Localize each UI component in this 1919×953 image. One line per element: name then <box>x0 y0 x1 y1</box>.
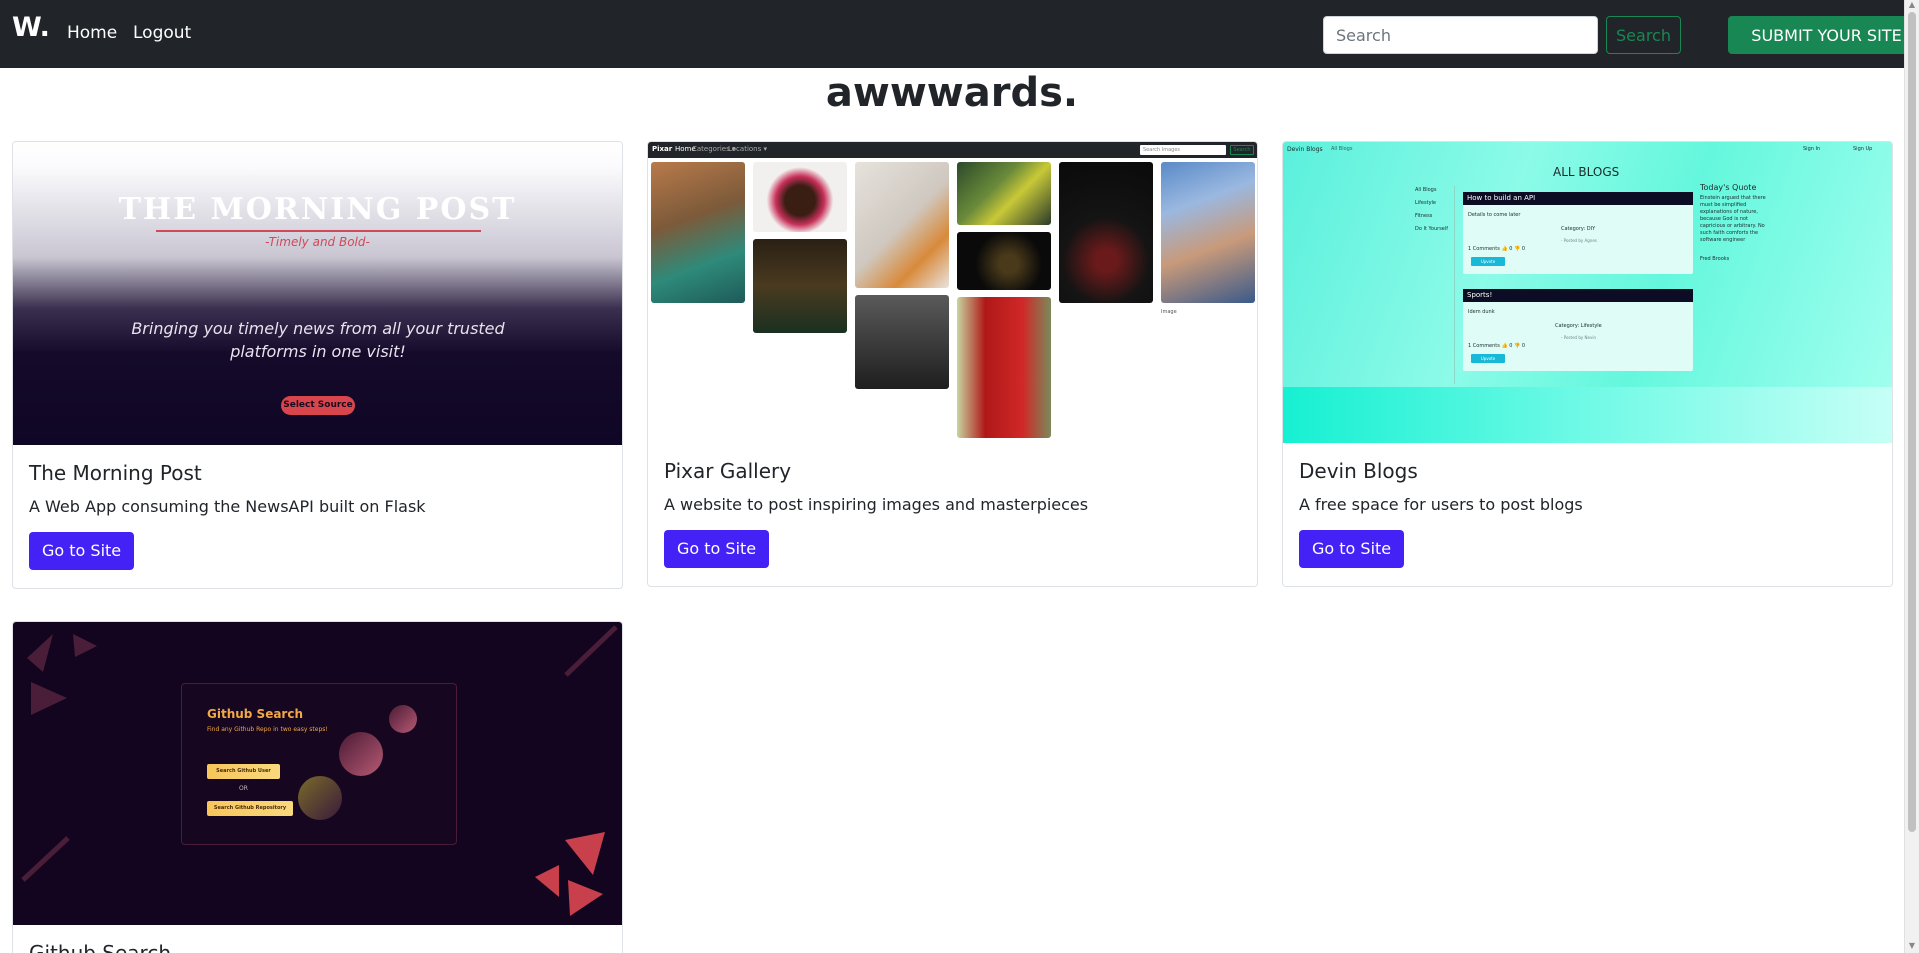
thumb-subheading: -Timely and Bold- <box>265 235 370 249</box>
gallery-photo-canal <box>651 162 745 303</box>
thumb-post-meta: 1 Comments 👍 0 👎 0 <box>1468 246 1526 252</box>
thumb-brand: Devin Blogs <box>1287 146 1323 153</box>
card-thumbnail: Devin Blogs All Blogs Sign In Sign Up AL… <box>1283 142 1892 443</box>
navbar: W. Home Logout Search SUBMIT YOUR SITE <box>0 0 1919 68</box>
thumb-post: How to build an API Details to come late… <box>1463 192 1693 274</box>
thumb-divider <box>1454 186 1455 384</box>
thumb-sign-in: Sign In <box>1803 146 1821 152</box>
thumb-quote-heading: Today's Quote <box>1700 183 1757 192</box>
thumb-post-category: Category: DIY <box>1561 226 1596 232</box>
gallery-photo-book <box>855 162 949 288</box>
card-body: Pixar Gallery A website to post inspirin… <box>648 443 1257 584</box>
gallery-broken-image: Image <box>1161 309 1177 315</box>
go-to-site-button[interactable]: Go to Site <box>1299 530 1405 568</box>
thumb-navbar: Pixar Home Categories ▾ Locations ▾ Sear… <box>648 142 1257 158</box>
thumb-select-source-button: Select Source <box>281 396 355 415</box>
thumb-post-author: - Posted by Nevin <box>1561 335 1596 340</box>
thumb-post-meta: 1 Comments 👍 0 👎 0 <box>1468 343 1526 349</box>
site-card-devin-blogs: Devin Blogs All Blogs Sign In Sign Up AL… <box>1282 141 1893 587</box>
submit-site-button[interactable]: SUBMIT YOUR SITE <box>1728 16 1919 54</box>
thumb-sidebar-item: All Blogs <box>1415 187 1437 193</box>
gallery-photo-pattern <box>957 162 1051 225</box>
thumb-post-button: Upvote <box>1471 257 1505 266</box>
thumb-post-button: Upvote <box>1471 354 1505 363</box>
card-title: Github Search <box>29 941 172 953</box>
gallery-photo-woman <box>855 295 949 389</box>
thumb-post-title: How to build an API <box>1463 192 1693 205</box>
search-input[interactable] <box>1323 16 1598 54</box>
scrollbar-thumb[interactable] <box>1908 12 1916 832</box>
thumb-quote-text: Einstein argued that there must be simpl… <box>1700 195 1766 243</box>
card-title: Pixar Gallery <box>664 459 792 483</box>
vertical-scrollbar[interactable]: ▲ ▼ <box>1904 0 1919 953</box>
search-button[interactable]: Search <box>1606 16 1681 54</box>
thumb-nav-locations: Locations ▾ <box>728 145 767 153</box>
thumb-search-button: Search <box>1230 145 1254 155</box>
card-body: Devin Blogs A free space for users to po… <box>1283 443 1892 584</box>
gallery-photo-motorbike <box>753 239 847 333</box>
scroll-down-icon[interactable]: ▼ <box>1907 941 1917 951</box>
gallery-photo-van <box>957 297 1051 438</box>
thumb-post-body: Details to come later <box>1468 212 1521 218</box>
scroll-up-icon[interactable]: ▲ <box>1907 0 1917 10</box>
thumb-sidebar-item: Lifestyle <box>1415 200 1437 206</box>
nav-home-link[interactable]: Home <box>67 23 117 43</box>
thumb-tagline: Bringing you timely news from all your t… <box>131 319 505 361</box>
gallery-photo-cake <box>753 162 847 232</box>
card-title: Devin Blogs <box>1299 459 1418 483</box>
thumb-heading: ALL BLOGS <box>1553 165 1620 179</box>
gallery-photo-cup <box>1059 162 1153 303</box>
thumb-heading: THE MORNING POST <box>118 192 517 227</box>
go-to-site-button[interactable]: Go to Site <box>29 532 135 570</box>
card-description: A website to post inspiring images and m… <box>664 495 1089 514</box>
thumb-divider <box>156 230 481 232</box>
go-to-site-button[interactable]: Go to Site <box>664 530 770 568</box>
thumb-post-category: Category: Lifestyle <box>1555 323 1602 329</box>
site-card-pixar-gallery: Pixar Home Categories ▾ Locations ▾ Sear… <box>647 141 1258 587</box>
card-thumbnail: Pixar Home Categories ▾ Locations ▾ Sear… <box>648 142 1257 443</box>
gallery-photo-building <box>1161 162 1255 303</box>
thumb-sidebar-item: Do It Yourself <box>1415 226 1449 232</box>
thumb-brand: Pixar <box>652 145 673 153</box>
thumb-search-input: Search Images <box>1140 145 1226 155</box>
thumb-footer-band <box>1283 387 1892 443</box>
thumb-post-title: Sports! <box>1463 289 1693 302</box>
card-thumbnail: Github Search Find any Github Repo in tw… <box>13 622 622 925</box>
card-description: A Web App consuming the NewsAPI built on… <box>29 497 426 516</box>
thumb-nav: All Blogs <box>1331 146 1353 152</box>
card-thumbnail: THE MORNING POST -Timely and Bold- Bring… <box>13 142 622 445</box>
thumb-sign-up: Sign Up <box>1853 146 1873 152</box>
thumb-sidebar-item: Fitness <box>1415 213 1433 219</box>
thumb-or-text: OR <box>239 785 248 792</box>
gallery-photo-gramophone <box>957 232 1051 290</box>
thumb-search-repo-button: Search Github Repository <box>207 801 293 816</box>
nav-logout-link[interactable]: Logout <box>133 23 191 43</box>
thumb-post: Sports! Idem dunk Category: Lifestyle - … <box>1463 289 1693 371</box>
thumb-heading: Github Search <box>207 707 304 721</box>
page-title: awwwards. <box>825 70 1079 116</box>
site-card-github-search: Github Search Find any Github Repo in tw… <box>12 621 623 953</box>
thumb-post-author: - Posted by Agnes <box>1561 238 1597 243</box>
thumb-search-user-button: Search Github User <box>207 764 280 779</box>
thumb-subheading: Find any Github Repo in two easy steps! <box>207 726 328 733</box>
card-body: Github Search <box>13 925 622 953</box>
card-body: The Morning Post A Web App consuming the… <box>13 445 622 586</box>
card-description: A free space for users to post blogs <box>1299 495 1583 514</box>
site-card-morning-post: THE MORNING POST -Timely and Bold- Bring… <box>12 141 623 589</box>
card-title: The Morning Post <box>29 461 202 485</box>
thumb-quote-author: Fred Brooks <box>1700 256 1730 262</box>
thumb-post-body: Idem dunk <box>1468 309 1495 315</box>
brand-logo[interactable]: W. <box>12 12 50 43</box>
